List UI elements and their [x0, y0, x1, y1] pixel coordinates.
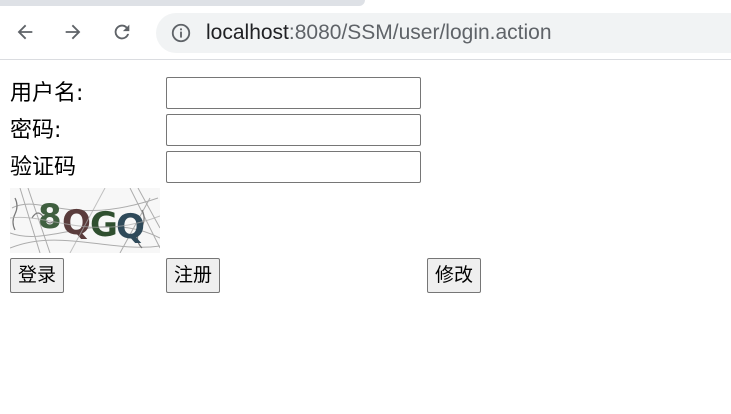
forward-arrow-icon	[65, 24, 81, 40]
forward-button[interactable]	[57, 16, 89, 48]
captcha-char-1: 8	[38, 197, 62, 237]
url-path: :8080/SSM/user/login.action	[288, 21, 552, 44]
back-button[interactable]	[9, 16, 41, 48]
browser-toolbar: localhost:8080/SSM/user/login.action	[0, 0, 731, 60]
url-host: localhost	[206, 21, 289, 44]
username-input[interactable]	[166, 77, 421, 109]
password-input[interactable]	[166, 114, 421, 146]
url-text: localhost:8080/SSM/user/login.action	[206, 21, 552, 45]
captcha-image[interactable]: 8 Q G Q	[10, 188, 160, 253]
captcha-char-3: G	[90, 205, 118, 245]
info-icon[interactable]	[170, 22, 192, 44]
reload-icon	[114, 24, 130, 40]
active-tab-edge	[0, 0, 365, 6]
back-arrow-icon	[17, 24, 33, 40]
captcha-label: 验证码	[10, 155, 77, 180]
captcha-input[interactable]	[166, 151, 421, 183]
login-button[interactable]: 登录	[10, 258, 65, 293]
modify-button[interactable]: 修改	[427, 258, 482, 293]
captcha-char-4: Q	[116, 207, 145, 247]
register-button[interactable]: 注册	[166, 258, 221, 293]
password-label: 密码:	[10, 118, 62, 143]
login-page: 用户名: 密码: 验证码 8 Q G Q 登录 注册 修改	[0, 61, 731, 414]
address-bar[interactable]: localhost:8080/SSM/user/login.action	[156, 13, 731, 53]
reload-button[interactable]	[106, 16, 138, 48]
username-label: 用户名:	[10, 81, 84, 106]
